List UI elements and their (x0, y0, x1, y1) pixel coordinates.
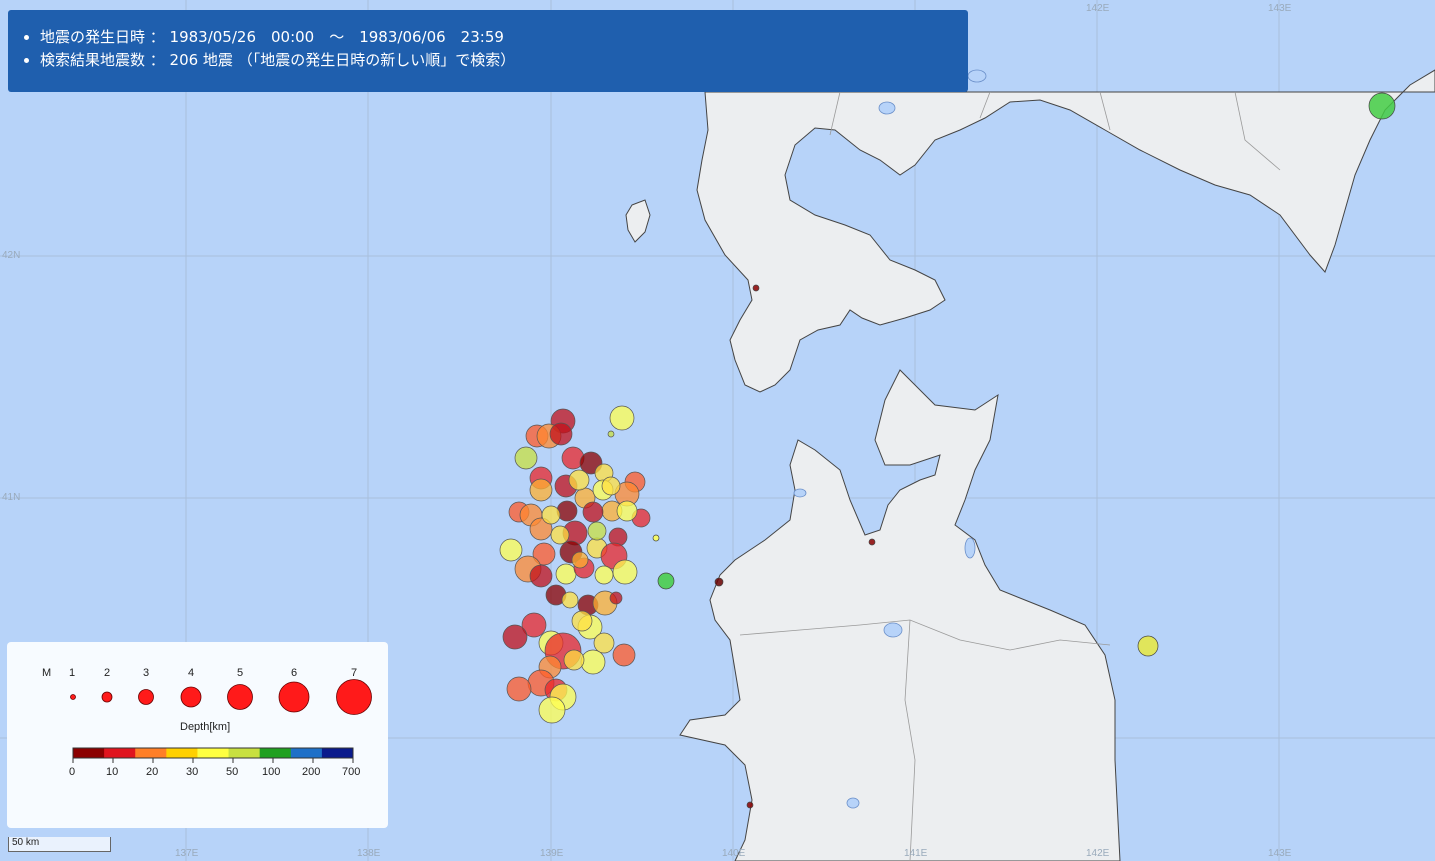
lon-label-142e-top: 142E (1086, 3, 1110, 14)
scale-bar-label: 50 km (12, 837, 40, 848)
lat-label-42n: 42N (2, 250, 21, 261)
lat-label-41n: 41N (2, 492, 21, 503)
earthquake-marker[interactable] (499, 538, 523, 562)
lon-label-139e: 139E (540, 848, 564, 859)
depth-color-segment (321, 748, 354, 758)
earthquake-marker[interactable] (1137, 635, 1159, 657)
magnitude-4-circle (180, 686, 202, 708)
earthquake-marker[interactable] (746, 801, 754, 809)
earthquake-marker[interactable] (612, 643, 636, 667)
earthquake-marker[interactable] (593, 632, 615, 654)
earthquake-marker[interactable] (1368, 92, 1396, 120)
depth-color-segment (228, 748, 261, 758)
earthquake-marker[interactable] (538, 696, 566, 724)
earthquake-marker[interactable] (616, 500, 638, 522)
lon-label-142e: 142E (1086, 848, 1110, 859)
period-text: 地震の発生日時 ： 1983/05/26 00:00 ～ 1983/06/06 … (40, 26, 954, 49)
depth-tick-30: 30 (186, 766, 199, 778)
earthquake-marker[interactable] (561, 591, 579, 609)
depth-tick-50: 50 (226, 766, 239, 778)
earthquake-marker[interactable] (714, 577, 724, 587)
earthquake-marker[interactable] (868, 538, 876, 546)
earthquake-marker[interactable] (652, 534, 660, 542)
earthquake-marker[interactable] (657, 572, 675, 590)
magnitude-3-circle (138, 689, 154, 705)
depth-color-segment (259, 748, 292, 758)
depth-tick-10: 10 (106, 766, 119, 778)
depth-tick-200: 200 (302, 766, 321, 778)
magnitude-1-circle (70, 694, 76, 700)
earthquake-marker[interactable] (571, 551, 589, 569)
depth-color-segment (290, 748, 323, 758)
earthquake-marker[interactable] (563, 649, 585, 671)
lon-label-143e-top: 143E (1268, 3, 1292, 14)
earthquake-marker[interactable] (529, 564, 553, 588)
earthquake-marker[interactable] (506, 676, 532, 702)
depth-color-segment (197, 748, 230, 758)
earthquake-marker[interactable] (571, 610, 593, 632)
magnitude-5-circle (227, 684, 253, 710)
depth-tick-700: 700 (342, 766, 361, 778)
earthquake-marker[interactable] (582, 501, 604, 523)
search-info-panel: 地震の発生日時 ： 1983/05/26 00:00 ～ 1983/06/06 … (8, 10, 968, 92)
lon-label-143e: 143E (1268, 848, 1292, 859)
earthquake-marker[interactable] (609, 405, 635, 431)
depth-color-segment (166, 748, 198, 758)
lon-label-141e: 141E (904, 848, 928, 859)
depth-color-bar (72, 747, 354, 763)
earthquake-marker[interactable] (529, 478, 553, 502)
depth-color-segment (73, 748, 105, 758)
earthquake-marker[interactable] (587, 521, 607, 541)
earthquake-marker[interactable] (502, 624, 528, 650)
depth-title: Depth[km] (180, 721, 231, 733)
earthquake-marker[interactable] (568, 469, 590, 491)
earthquake-marker[interactable] (556, 500, 578, 522)
earthquake-marker[interactable] (549, 422, 573, 446)
result-count-text: 検索結果地震数 ： 206 地震 （「地震の発生日時の新しい順」で検索） (40, 49, 954, 72)
legend-panel: M 1 2 3 4 5 6 7 Depth[km] 0 10 20 30 50 … (7, 642, 388, 828)
earthquake-marker[interactable] (555, 563, 577, 585)
earthquake-marker[interactable] (601, 476, 621, 496)
earthquake-marker[interactable] (594, 565, 614, 585)
earthquake-marker[interactable] (514, 446, 538, 470)
lon-label-140e: 140E (722, 848, 746, 859)
earthquake-marker[interactable] (607, 430, 615, 438)
earthquake-marker[interactable] (580, 649, 606, 675)
scale-bar: 50 km (8, 837, 111, 852)
magnitude-7-circle (336, 679, 372, 715)
earthquake-marker[interactable] (612, 559, 638, 585)
magnitude-6-circle (278, 681, 310, 713)
depth-tick-20: 20 (146, 766, 159, 778)
earthquake-marker[interactable] (541, 505, 561, 525)
depth-tick-100: 100 (262, 766, 281, 778)
depth-color-segment (104, 748, 136, 758)
depth-color-segment (135, 748, 167, 758)
earthquake-marker[interactable] (752, 284, 760, 292)
legend-graphics (70, 679, 372, 763)
lon-label-138e: 138E (357, 848, 381, 859)
depth-tick-0: 0 (69, 766, 76, 778)
magnitude-2-circle (101, 691, 113, 703)
earthquake-marker[interactable] (609, 591, 623, 605)
earthquake-marker[interactable] (550, 525, 570, 545)
lon-label-137e: 137E (175, 848, 199, 859)
